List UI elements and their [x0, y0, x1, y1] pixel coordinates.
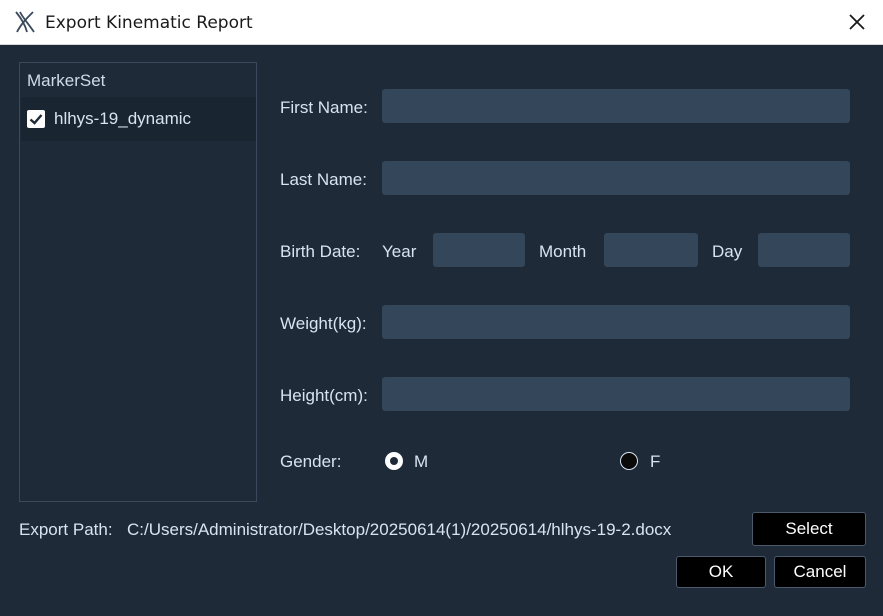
export-path-label: Export Path: — [19, 520, 113, 539]
app-logo-icon — [15, 11, 35, 33]
height-label: Height(cm): — [280, 386, 368, 405]
ok-button[interactable]: OK — [676, 556, 766, 588]
gender-f-label: F — [650, 452, 661, 471]
dialog-content: MarkerSet hlhys-19_dynamic First Name: L… — [0, 45, 883, 616]
first-name-input[interactable] — [382, 89, 850, 123]
markerset-panel: MarkerSet hlhys-19_dynamic — [19, 62, 257, 502]
last-name-input[interactable] — [382, 161, 850, 195]
gender-m-label: M — [414, 452, 429, 471]
markerset-header: MarkerSet — [27, 71, 106, 90]
birth-date-label: Birth Date: — [280, 242, 361, 261]
first-name-label: First Name: — [280, 98, 368, 117]
gender-m-radio[interactable] — [385, 452, 403, 470]
checkmark-icon — [29, 114, 43, 125]
markerset-checkbox[interactable] — [27, 110, 45, 128]
month-label: Month — [539, 242, 587, 261]
month-input[interactable] — [604, 233, 698, 267]
year-label: Year — [382, 242, 417, 261]
export-path-value: C:/Users/Administrator/Desktop/20250614(… — [127, 520, 672, 539]
gender-f-radio[interactable] — [620, 452, 638, 470]
title-bar: Export Kinematic Report — [0, 0, 883, 45]
last-name-label: Last Name: — [280, 170, 367, 189]
close-icon[interactable] — [843, 8, 871, 36]
day-label: Day — [712, 242, 743, 261]
height-input[interactable] — [382, 377, 850, 411]
markerset-item-label: hlhys-19_dynamic — [54, 109, 192, 128]
day-input[interactable] — [758, 233, 850, 267]
gender-label: Gender: — [280, 452, 342, 471]
cancel-button[interactable]: Cancel — [774, 556, 866, 588]
year-input[interactable] — [433, 233, 525, 267]
weight-label: Weight(kg): — [280, 314, 367, 333]
select-button[interactable]: Select — [752, 512, 866, 546]
window-title: Export Kinematic Report — [45, 13, 253, 33]
weight-input[interactable] — [382, 305, 850, 339]
markerset-item[interactable]: hlhys-19_dynamic — [21, 97, 256, 141]
